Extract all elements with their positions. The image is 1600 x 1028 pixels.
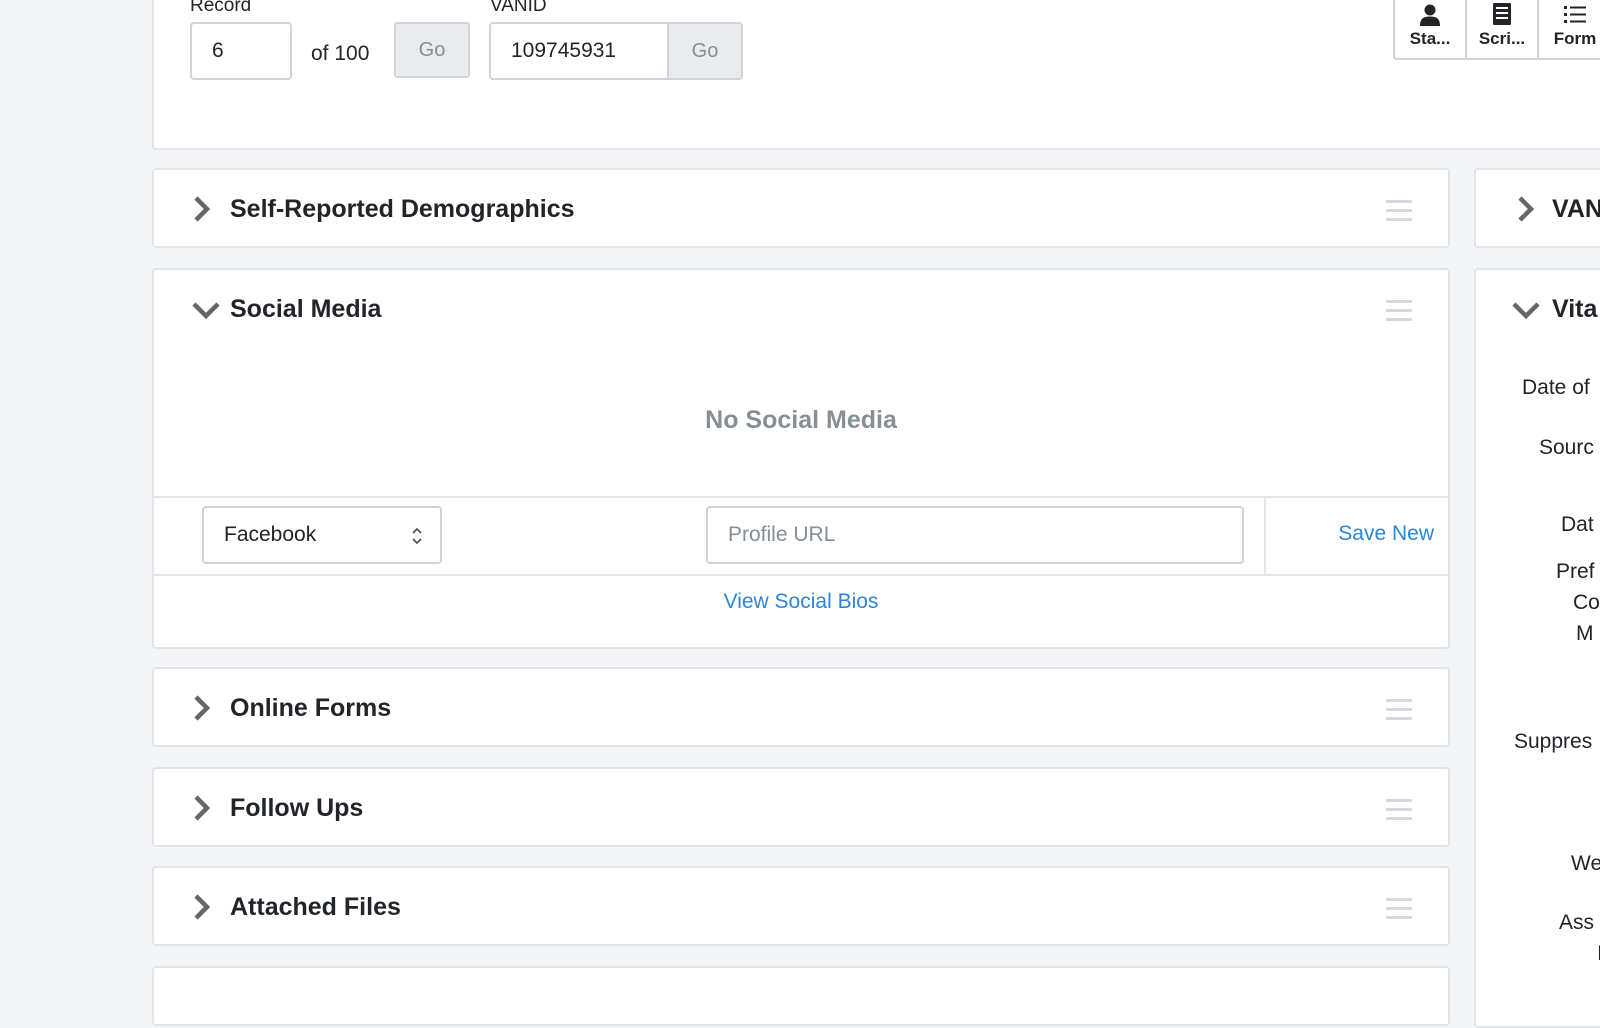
social-media-panel-header[interactable]: Social Media (154, 270, 1448, 350)
drag-handle-icon[interactable] (1386, 200, 1412, 227)
drag-handle-icon[interactable] (1386, 699, 1412, 726)
next-panel (152, 966, 1450, 1026)
social-media-panel: Social Media No Social Media Facebook Sa… (152, 268, 1450, 649)
vitals-panel-header[interactable]: Vita (1476, 270, 1600, 350)
vanid-input[interactable] (489, 22, 669, 80)
record-number-input[interactable] (190, 22, 292, 80)
select-arrows-icon (412, 527, 422, 545)
vitals-field-label: M (1576, 622, 1594, 645)
follow-ups-panel: Follow Ups (152, 767, 1450, 847)
vitals-field-label: We (1571, 852, 1600, 875)
status-button[interactable]: Sta... (1395, 0, 1467, 58)
drag-handle-icon[interactable] (1386, 300, 1412, 327)
vitals-field-label: Dat (1561, 513, 1594, 536)
view-social-bios-link[interactable]: View Social Bios (154, 590, 1448, 614)
add-social-media-row: Facebook Save New (154, 496, 1448, 576)
chevron-right-icon (194, 795, 211, 821)
follow-ups-panel-header[interactable]: Follow Ups (154, 769, 1448, 849)
chevron-right-icon (194, 695, 211, 721)
vanid-panel-title: VAN (1552, 195, 1600, 223)
vanid-panel: VAN (1474, 168, 1600, 248)
vitals-field-label: Sourc (1539, 436, 1594, 459)
follow-ups-panel-title: Follow Ups (230, 794, 364, 822)
vanid-go-button[interactable]: Go (667, 22, 743, 80)
vanid-panel-header[interactable]: VAN (1476, 170, 1600, 250)
chevron-down-icon (192, 302, 220, 320)
vitals-field-label: Suppres (1514, 730, 1593, 753)
demographics-panel: Self-Reported Demographics (152, 168, 1450, 248)
demographics-panel-title: Self-Reported Demographics (230, 195, 575, 223)
save-new-link[interactable]: Save New (1284, 522, 1434, 546)
demographics-panel-header[interactable]: Self-Reported Demographics (154, 170, 1448, 250)
form-button[interactable]: Form (1539, 0, 1600, 58)
record-go-button[interactable]: Go (394, 22, 470, 78)
profile-url-input[interactable] (706, 506, 1244, 564)
social-media-panel-title: Social Media (230, 295, 382, 323)
row-divider (1264, 498, 1266, 574)
vitals-field-label: Ass (1559, 911, 1595, 934)
record-navigation-card: Record of 100 Go VANID Go (152, 0, 1600, 150)
vitals-panel-title: Vita (1552, 295, 1598, 323)
vitals-field-label: Date of (1522, 376, 1590, 399)
empty-state-message: No Social Media (705, 406, 897, 434)
social-network-select[interactable]: Facebook (202, 506, 442, 564)
vitals-field-label: Pref (1556, 560, 1595, 583)
vitals-panel: Vita Date of Sourc Dat Pref Co M Suppres… (1474, 268, 1600, 1028)
script-icon (1493, 3, 1511, 25)
vitals-field-label: Co (1573, 591, 1600, 614)
online-forms-panel-header[interactable]: Online Forms (154, 669, 1448, 749)
chevron-right-icon (194, 894, 211, 920)
online-forms-panel-title: Online Forms (230, 694, 392, 722)
chevron-right-icon (1518, 196, 1535, 222)
attached-files-panel-title: Attached Files (230, 893, 401, 921)
attached-files-panel-header[interactable]: Attached Files (154, 868, 1448, 948)
chevron-right-icon (194, 196, 211, 222)
form-button-label: Form (1553, 29, 1597, 48)
action-toolbar: Sta... Scri... Form (1393, 0, 1600, 60)
script-button[interactable]: Scri... (1467, 0, 1539, 58)
record-label: Record (190, 0, 252, 16)
online-forms-panel: Online Forms (152, 667, 1450, 747)
status-button-label: Sta... (1409, 29, 1451, 48)
vanid-label: VANID (490, 0, 547, 16)
chevron-down-icon (1512, 302, 1540, 320)
list-icon (1564, 6, 1586, 23)
attached-files-panel: Attached Files (152, 866, 1450, 946)
script-button-label: Scri... (1478, 29, 1526, 48)
person-icon (1420, 4, 1440, 26)
social-network-select-value: Facebook (224, 523, 317, 546)
drag-handle-icon[interactable] (1386, 898, 1412, 925)
record-total-text: of 100 (311, 42, 370, 65)
drag-handle-icon[interactable] (1386, 799, 1412, 826)
